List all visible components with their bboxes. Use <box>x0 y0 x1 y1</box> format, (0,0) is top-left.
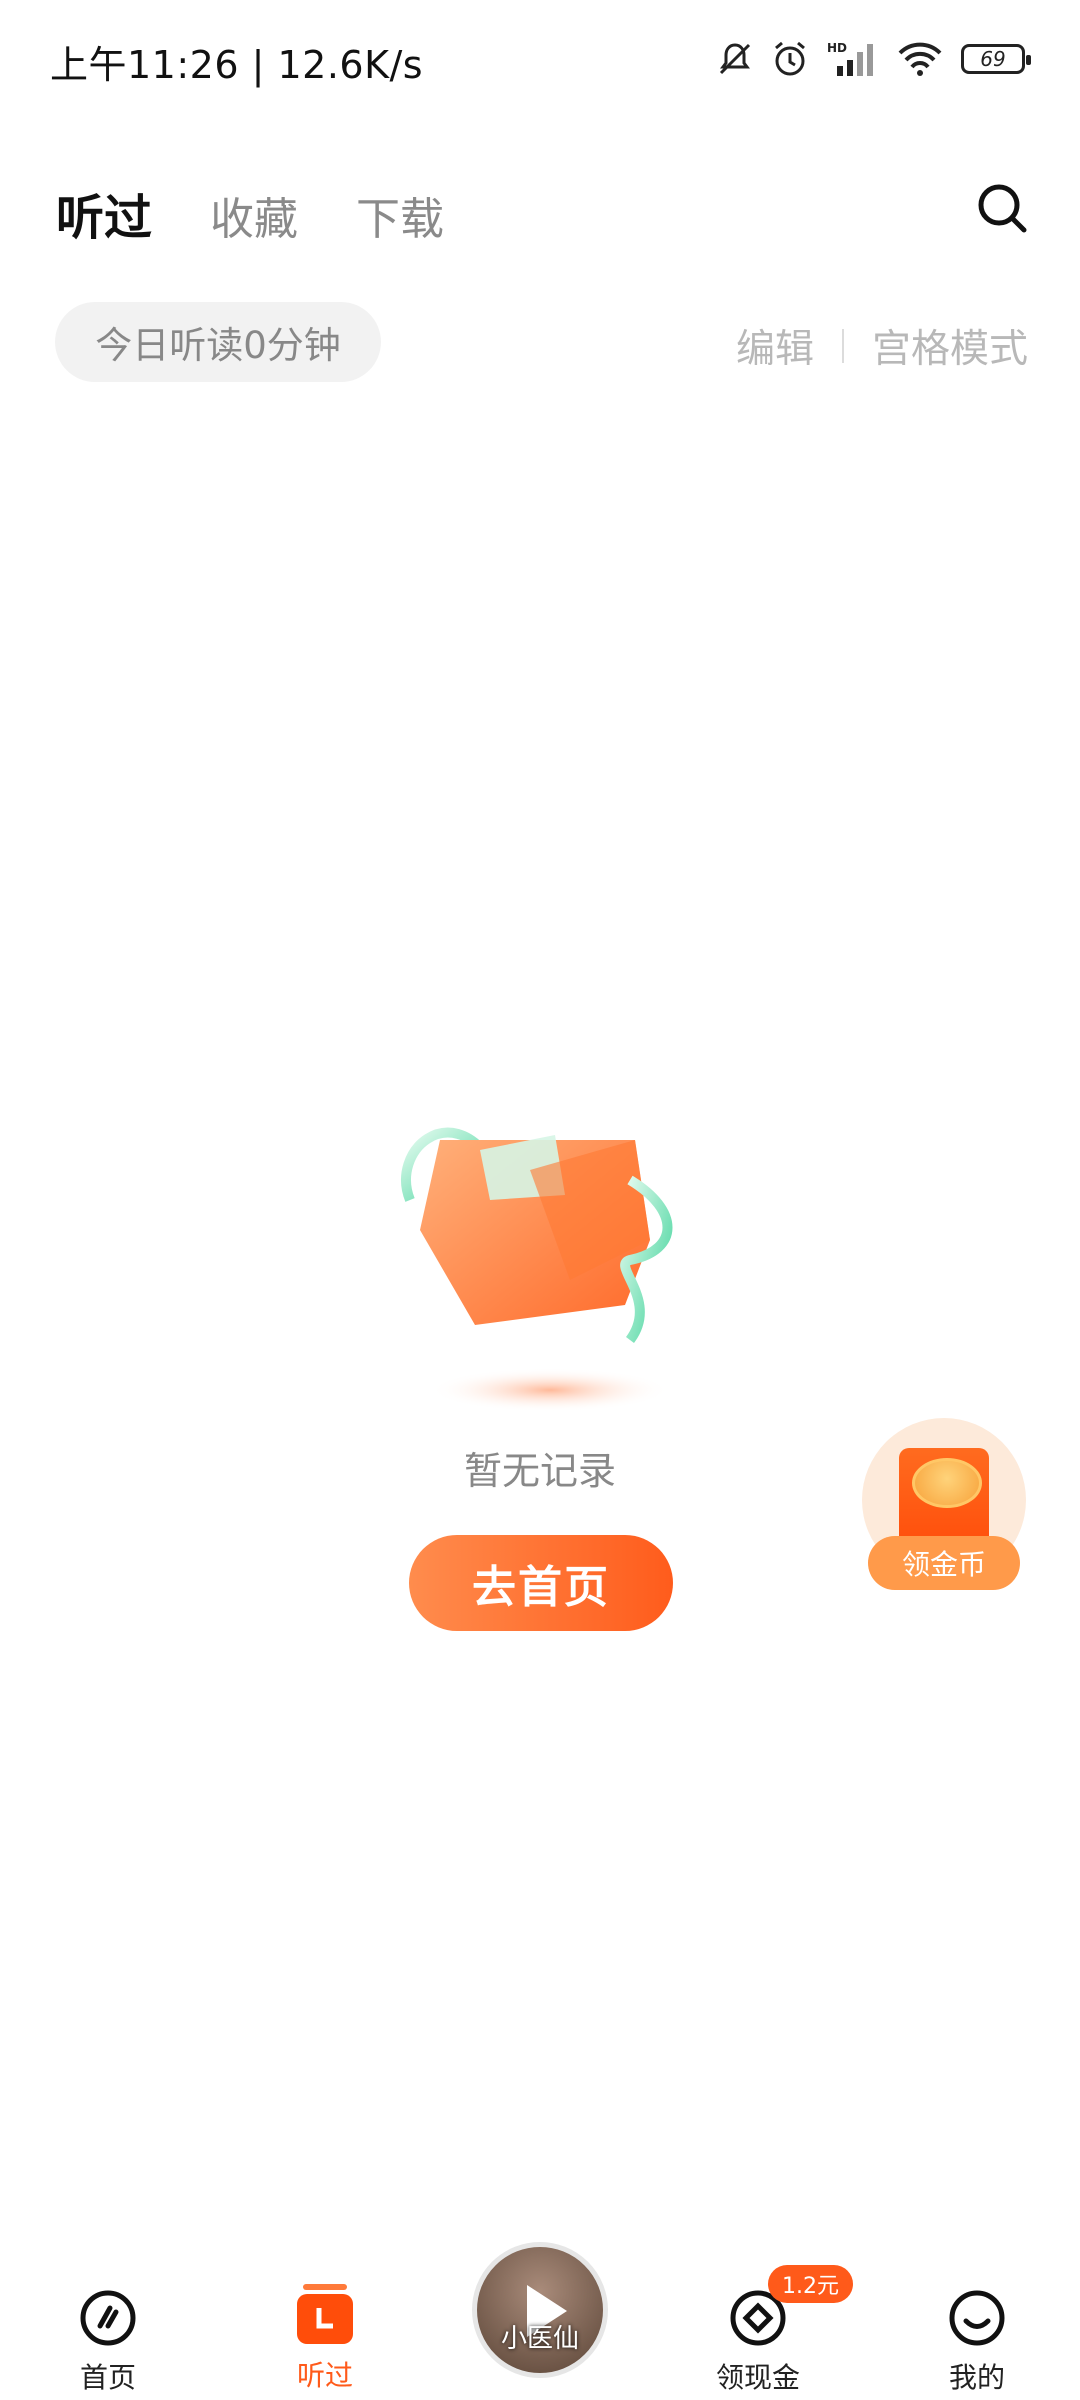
wifi-icon <box>898 42 942 76</box>
collect-coins-widget[interactable]: 领金币 <box>862 1418 1026 1590</box>
search-icon[interactable] <box>972 178 1032 238</box>
top-tabs: 听过 收藏 下载 <box>56 178 444 248</box>
grid-mode-button[interactable]: 宫格模式 <box>872 318 1028 374</box>
nav-label-listened: 听过 <box>296 2359 353 2392</box>
go-home-button[interactable]: 去首页 <box>409 1535 673 1631</box>
nav-cash[interactable]: 领现金 <box>683 2288 833 2396</box>
hd-signal-icon: HD <box>827 41 873 76</box>
nav-home[interactable]: 首页 <box>33 2288 183 2396</box>
svg-text:HD: HD <box>827 41 847 55</box>
listened-icon <box>297 2284 353 2344</box>
battery-icon: 69 <box>961 44 1031 74</box>
cash-badge: 1.2元 <box>768 2265 853 2303</box>
album-cover-title: 小医仙 <box>500 2324 579 2354</box>
status-icons: HD 69 <box>717 36 1031 82</box>
today-listen-pill: 今日听读0分钟 <box>55 302 381 382</box>
mute-bell-icon <box>719 43 751 75</box>
list-actions: 编辑 宫格模式 <box>736 318 1028 374</box>
tab-favorites[interactable]: 收藏 <box>210 183 298 247</box>
edit-button[interactable]: 编辑 <box>736 318 814 374</box>
divider <box>841 329 844 363</box>
profile-icon <box>949 2290 1005 2346</box>
home-icon <box>80 2290 136 2346</box>
tab-listened[interactable]: 听过 <box>56 178 152 248</box>
nav-listened[interactable]: 听过 <box>250 2280 400 2394</box>
nav-label-profile: 我的 <box>948 2361 1005 2394</box>
alarm-icon <box>775 41 805 76</box>
status-time: 上午11:26 | 12.6K/s <box>50 43 424 87</box>
battery-level: 69 <box>980 47 1006 71</box>
collect-coins-label: 领金币 <box>868 1536 1020 1590</box>
nav-label-cash: 领现金 <box>715 2361 800 2394</box>
nav-profile[interactable]: 我的 <box>902 2288 1052 2396</box>
now-playing-button[interactable]: 小医仙 <box>472 2242 608 2378</box>
gold-coin-icon <box>912 1458 982 1508</box>
tab-downloads[interactable]: 下载 <box>356 183 444 247</box>
nav-label-home: 首页 <box>79 2361 136 2394</box>
empty-box-illustration <box>401 1127 673 1412</box>
